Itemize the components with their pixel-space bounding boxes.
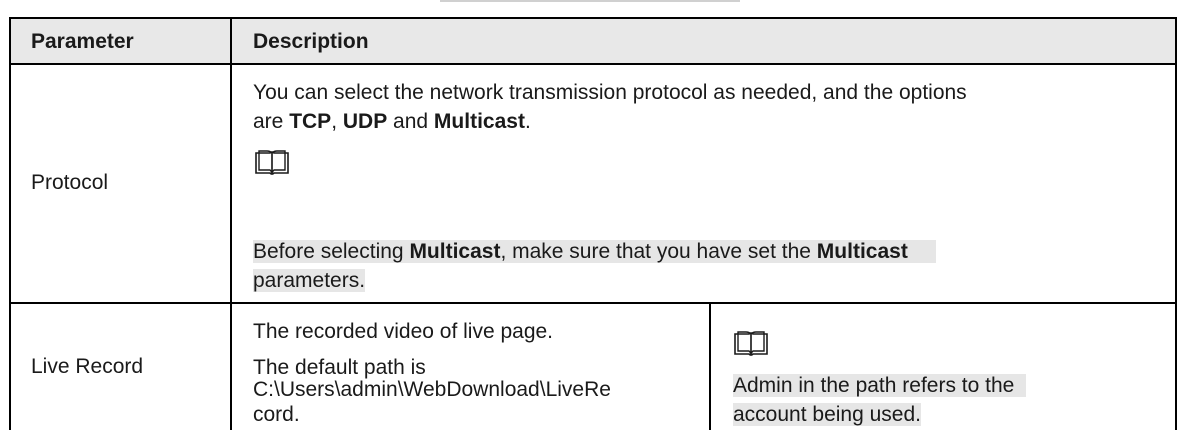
row-protocol-desc-line2: are TCP, UDP and Multicast. — [253, 110, 531, 133]
book-icon — [255, 150, 289, 175]
row-live-record-desc-line1: The recorded video of live page. — [253, 320, 554, 343]
row-protocol-note-line2: parameters. — [253, 269, 366, 292]
table-header-bg — [10, 18, 1176, 64]
row1-bottom-line — [9, 302, 1177, 304]
book-icon — [734, 331, 768, 356]
option-multicast: Multicast — [433, 110, 525, 133]
row-live-record-desc-line4: cord. — [253, 403, 300, 426]
cut-off-top-text — [440, 0, 740, 2]
row-protocol-desc-line1: You can select the network transmission … — [253, 81, 967, 104]
row-live-record-note-line1: Admin in the path refers to the — [733, 371, 1027, 400]
table-border-top — [9, 17, 1177, 19]
option-udp: UDP — [342, 110, 388, 133]
table-border-left — [9, 17, 11, 430]
row-live-record-note-line2: account being used. — [733, 403, 921, 426]
parameter-table: Parameter Description Protocol You can s… — [0, 0, 1180, 430]
header-bottom-line — [9, 63, 1177, 65]
row-live-record-desc-line3: C:\Users\admin\WebDownload\LiveRe — [253, 378, 611, 401]
column-divider — [230, 17, 232, 430]
table-border-right — [1175, 17, 1177, 430]
option-tcp: TCP — [289, 110, 332, 133]
row-protocol-name: Protocol — [31, 171, 109, 194]
header-parameter: Parameter — [31, 30, 134, 53]
header-description: Description — [253, 30, 369, 53]
row-live-record-name: Live Record — [31, 355, 144, 378]
row2-inner-divider — [709, 303, 711, 430]
row-protocol-note-line1: Before selecting Multicast, make sure th… — [253, 237, 936, 266]
